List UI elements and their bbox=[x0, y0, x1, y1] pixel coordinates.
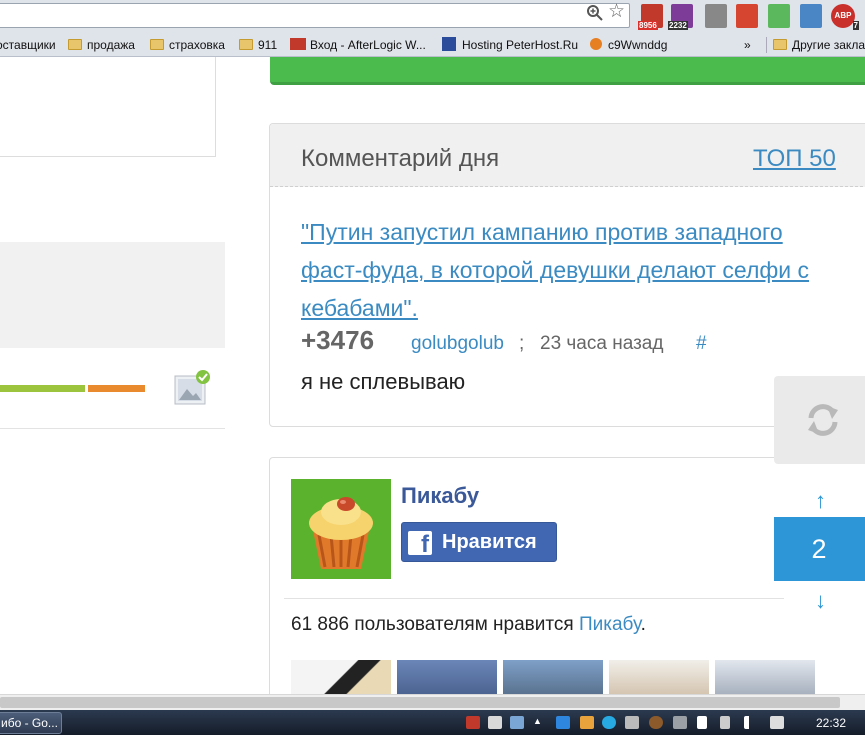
tray-q-icon[interactable] bbox=[602, 716, 616, 729]
bookmark-label: 911 bbox=[258, 38, 278, 52]
taskbar-clock[interactable]: 22:32 bbox=[816, 716, 846, 730]
top50-link[interactable]: ТОП 50 bbox=[753, 145, 836, 173]
counter-extension-icon[interactable]: 2232 bbox=[668, 4, 693, 30]
site-icon bbox=[590, 38, 602, 50]
comment-score: +3476 bbox=[301, 325, 375, 355]
bookmark-item[interactable]: c9Wwnddg bbox=[590, 37, 667, 53]
facebook-page-name[interactable]: Пикабу bbox=[401, 483, 479, 509]
tray-expand-icon[interactable]: ▲ bbox=[533, 716, 543, 729]
refresh-button[interactable] bbox=[774, 376, 865, 464]
green-banner[interactable] bbox=[270, 57, 865, 85]
tray-signal-icon[interactable] bbox=[744, 716, 760, 729]
url-field[interactable] bbox=[0, 3, 630, 28]
tray-app-icon[interactable] bbox=[488, 716, 502, 729]
bookmark-item[interactable]: Hosting PeterHost.Ru bbox=[442, 37, 578, 53]
download-extension-icon[interactable] bbox=[768, 4, 790, 28]
comment-card-header: Комментарий дня ТОП 50 bbox=[270, 124, 865, 187]
tray-bars-icon[interactable] bbox=[580, 716, 594, 729]
comment-post-link[interactable]: "Путин запустил кампанию против западног… bbox=[301, 213, 841, 327]
folder-icon bbox=[239, 39, 253, 50]
adblock-icon[interactable]: ABP 7 bbox=[831, 4, 859, 30]
adblock-count: 7 bbox=[852, 21, 859, 30]
tray-pdf-icon[interactable] bbox=[466, 716, 480, 729]
folder-icon bbox=[773, 39, 787, 50]
bookmark-label: страховка bbox=[169, 38, 225, 52]
comment-author-link[interactable]: golubgolub bbox=[411, 333, 504, 355]
taskbar-window-button[interactable]: ибо - Go... bbox=[0, 712, 62, 734]
horizontal-scrollbar[interactable] bbox=[0, 694, 865, 710]
other-bookmarks-folder[interactable]: Другие заклад bbox=[766, 37, 865, 53]
image-checked-icon[interactable] bbox=[174, 370, 210, 406]
afterlogic-icon bbox=[290, 38, 306, 50]
bookmark-star-icon[interactable]: ☆ bbox=[608, 2, 625, 22]
facebook-like-button[interactable]: f Нравится bbox=[401, 522, 557, 562]
facebook-page-widget: Пикабу f Нравится 61 886 пользователям н… bbox=[269, 457, 865, 707]
bookmark-label: Вход - AfterLogic W... bbox=[310, 38, 426, 52]
tray-network-icon[interactable] bbox=[510, 716, 524, 729]
tray-windows-icon[interactable] bbox=[556, 716, 570, 729]
comment-card-title: Комментарий дня bbox=[301, 145, 500, 172]
peterhost-icon bbox=[442, 37, 456, 51]
bookmark-label: оставщики bbox=[0, 38, 56, 52]
plus-extension-icon[interactable] bbox=[736, 4, 758, 28]
screen-extension-icon[interactable] bbox=[800, 4, 822, 28]
folder-icon bbox=[150, 39, 164, 50]
bookmark-label: продажа bbox=[87, 38, 135, 52]
refresh-icon bbox=[808, 404, 838, 436]
zoom-icon[interactable] bbox=[586, 4, 604, 22]
bookmark-folder[interactable]: 911 bbox=[239, 37, 277, 53]
bookmark-item[interactable]: оставщики bbox=[0, 37, 56, 53]
counter-badge: 2232 bbox=[668, 21, 688, 30]
bookmark-label: c9Wwnddg bbox=[608, 38, 668, 52]
bookmark-label: Другие заклад bbox=[792, 38, 865, 52]
bookmark-item[interactable]: Вход - AfterLogic W... bbox=[290, 37, 426, 53]
bookmark-label: Hosting PeterHost.Ru bbox=[462, 38, 579, 52]
tray-display-icon[interactable] bbox=[625, 716, 639, 729]
overflow-chevron-icon: » bbox=[744, 38, 751, 52]
taskbar: ибо - Go... bbox=[0, 710, 865, 735]
mail-extension-icon[interactable]: 8956 bbox=[638, 4, 663, 30]
rating-bar-positive bbox=[0, 385, 85, 392]
tray-rss-icon[interactable] bbox=[649, 716, 663, 729]
left-panel bbox=[0, 57, 216, 157]
page-counter-button[interactable]: 2 bbox=[774, 517, 865, 581]
bookmark-folder[interactable]: продажа bbox=[68, 37, 135, 53]
tray-flag-icon[interactable] bbox=[697, 716, 707, 729]
comment-time: 23 часа назад bbox=[540, 333, 664, 354]
browser-toolbar: ☆ 8956 2232 ABP 7 bbox=[0, 0, 865, 33]
calculator-extension-icon[interactable] bbox=[705, 4, 727, 28]
bookmarks-overflow-button[interactable]: » bbox=[744, 37, 751, 53]
facebook-icon: f bbox=[408, 531, 432, 555]
tray-power-icon[interactable] bbox=[720, 716, 730, 729]
bookmark-folder[interactable]: страховка bbox=[150, 37, 225, 53]
folder-icon bbox=[68, 39, 82, 50]
comment-permalink[interactable]: # bbox=[696, 333, 707, 355]
facebook-page-link[interactable]: Пикабу bbox=[579, 614, 641, 635]
left-gray-panel bbox=[0, 242, 225, 348]
divider bbox=[0, 428, 225, 429]
tray-volume-icon[interactable] bbox=[770, 716, 784, 729]
divider bbox=[284, 598, 784, 599]
scrollbar-thumb[interactable] bbox=[0, 697, 840, 708]
taskbar-window-label: ибо - Go... bbox=[1, 716, 58, 730]
scroll-down-arrow-icon[interactable]: ↓ bbox=[815, 588, 826, 614]
scroll-up-arrow-icon[interactable]: ↑ bbox=[815, 488, 826, 514]
author-separator: ; bbox=[519, 333, 525, 354]
like-button-label: Нравится bbox=[442, 531, 537, 553]
adblock-label: ABP bbox=[834, 11, 852, 20]
pikabu-logo[interactable] bbox=[291, 479, 391, 579]
like-count-text: 61 886 пользователям нравится bbox=[291, 614, 579, 635]
tray-keyboard-icon[interactable] bbox=[673, 716, 687, 729]
like-count-suffix: . bbox=[640, 614, 646, 635]
bookmarks-bar: оставщики продажа страховка 911 Вход - A… bbox=[0, 33, 865, 57]
facebook-like-count: 61 886 пользователям нравится Пикабу. bbox=[291, 614, 646, 636]
comment-text: я не сплевываю bbox=[301, 369, 466, 394]
rating-bar-negative bbox=[88, 385, 145, 392]
mail-count-badge: 8956 bbox=[638, 21, 658, 30]
